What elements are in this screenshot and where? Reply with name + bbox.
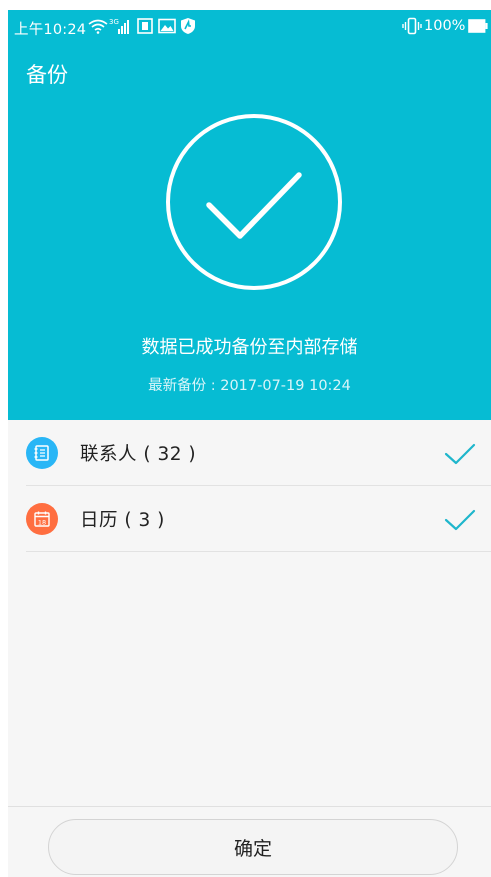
checkmark-icon (444, 508, 476, 532)
battery-icon (468, 19, 488, 33)
success-check-icon (164, 112, 344, 292)
phone-screen: 上午10:24 3G 100% 备份 数据已成功备份至内部存储 最新备份: 2… (8, 10, 491, 877)
page-title: 备份 (26, 63, 68, 87)
contacts-icon (26, 437, 58, 469)
image-icon (158, 17, 176, 35)
footer-bar: 确定 (8, 806, 491, 877)
success-header: 上午10:24 3G 100% 备份 数据已成功备份至内部存储 最新备份: 2… (8, 10, 491, 420)
divider (26, 551, 491, 552)
battery-percent: 100% (424, 18, 466, 34)
shield-icon (180, 17, 196, 35)
calendar-day: 18 (38, 518, 46, 526)
vibrate-icon (402, 17, 422, 35)
confirm-button[interactable]: 确定 (48, 819, 458, 875)
signal-icon: 3G (109, 17, 129, 35)
calendar-icon: 18 (26, 503, 58, 535)
backup-item-list: 联系人 ( 32 ) 18 日历 ( 3 ) (8, 420, 491, 552)
checkmark-icon (444, 442, 476, 466)
wifi-icon (88, 17, 108, 35)
list-item-label: 日历 ( 3 ) (80, 510, 165, 531)
signal-tag: 3G (109, 18, 119, 26)
sim-icon (137, 17, 153, 35)
success-message: 数据已成功备份至内部存储 (141, 337, 358, 358)
list-item-calendar[interactable]: 18 日历 ( 3 ) (8, 486, 491, 552)
list-item-contacts[interactable]: 联系人 ( 32 ) (8, 420, 491, 486)
list-item-label: 联系人 ( 32 ) (80, 444, 197, 465)
latest-backup-time: 最新备份 : 2017-07-19 10:24 (148, 378, 351, 394)
status-bar: 上午10:24 3G 100% (8, 10, 491, 44)
status-time: 上午10:24 (14, 22, 87, 38)
